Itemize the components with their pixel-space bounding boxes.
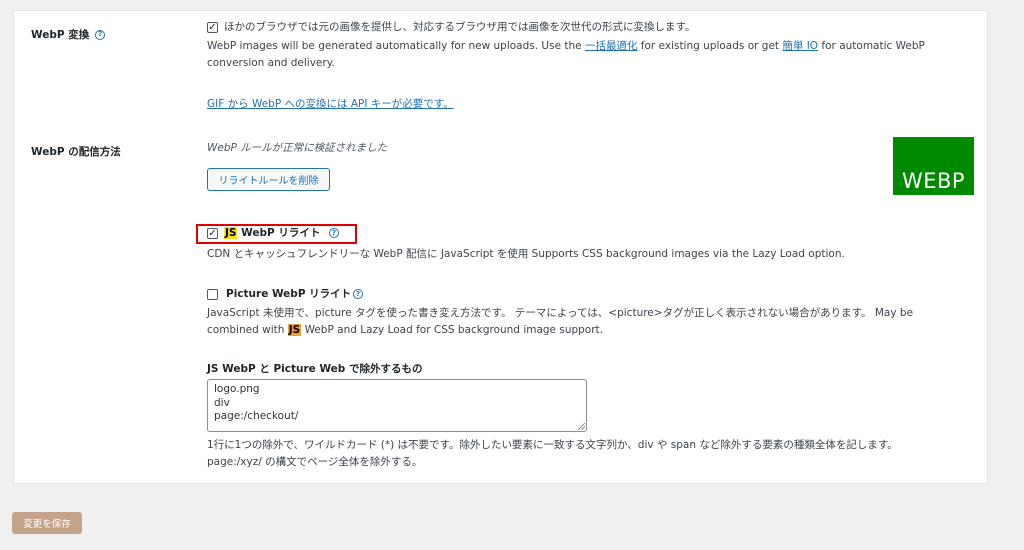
easy-io-link[interactable]: 簡単 IO [782, 40, 818, 52]
settings-panel: WebP 変換 ? ✓ ほかのブラウザでは元の画像を提供し、対応するブラウザ用で… [13, 10, 988, 484]
gif-api-key-link[interactable]: GIF から WebP への変換には API キーが必要です。 [207, 96, 454, 113]
help-icon[interactable]: ? [95, 29, 106, 40]
help-icon[interactable]: ? [353, 289, 363, 299]
webp-conversion-description: WebP images will be generated automatica… [207, 40, 925, 69]
picture-webp-label: Picture WebP リライト [226, 288, 352, 300]
webp-logo: WEBP [893, 137, 974, 195]
picture-webp-description: JavaScript 未使用で、picture タグを使った書き変え方法です。 … [207, 307, 914, 336]
webp-conversion-checkbox-label: ほかのブラウザでは元の画像を提供し、対応するブラウザ用では画像を次世代の形式に変… [224, 21, 696, 33]
js-webp-checkbox[interactable]: ✓ [207, 228, 218, 239]
help-icon[interactable]: ? [329, 228, 339, 238]
js-badge: JS [287, 324, 302, 336]
webp-conversion-checkbox[interactable]: ✓ [207, 22, 218, 33]
save-changes-button[interactable]: 変更を保存 [12, 512, 82, 534]
js-webp-label: JS WebP リライト [224, 227, 321, 239]
webp-delivery-label: WebP の配信方法 [31, 146, 121, 158]
exclusions-label: JS WebP と Picture Web で除外するもの [207, 363, 423, 375]
webp-conversion-label: WebP 変換 ? [31, 27, 106, 42]
rules-verified-text: WebP ルールが正常に検証されました [207, 142, 388, 154]
exclusions-help: 1行に1つの除外で、ワイルドカード (*) は不要です。除外したい要素に一致する… [207, 439, 898, 468]
picture-webp-checkbox[interactable] [207, 289, 218, 300]
exclusions-textarea[interactable]: logo.png div page:/checkout/ [207, 379, 587, 432]
js-webp-description: CDN とキャッシュフレンドリーな WebP 配信に JavaScript を使… [207, 248, 845, 260]
remove-rewrite-rules-button[interactable]: リライトルールを削除 [207, 168, 330, 191]
js-badge: JS [224, 227, 238, 239]
bulk-optimize-link[interactable]: 一括最適化 [585, 40, 638, 52]
resize-handle-icon[interactable] [578, 423, 585, 430]
